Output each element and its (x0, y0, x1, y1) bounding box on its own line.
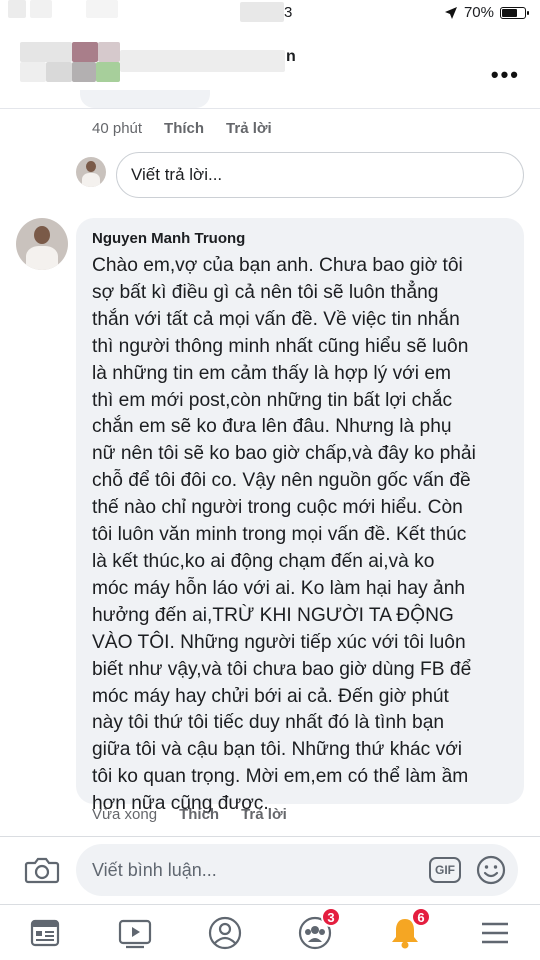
divider (0, 836, 540, 837)
blurred-region (20, 62, 46, 82)
comment-text-line: tôi luôn văn minh trong mọi vấn đề. Kết … (92, 524, 467, 546)
menu-icon[interactable] (477, 915, 513, 951)
watch-video-icon[interactable] (117, 915, 153, 951)
blurred-title (120, 50, 285, 72)
comment-text-line: hưởng đến ai,TRỪ KHI NGƯỜI TA ĐỘNG (92, 604, 454, 626)
blurred-region (30, 0, 52, 18)
comment-author[interactable]: Nguyen Manh Truong (92, 230, 510, 247)
emoji-icon[interactable] (476, 855, 506, 885)
comment-bubble: Nguyen Manh Truong Chào em,vợ của bạn an… (76, 218, 524, 814)
comment-text-line: giữa tôi và cậu bạn tôi. Những thứ khác … (92, 739, 463, 761)
groups-badge: 3 (321, 907, 341, 927)
comment-text-line: Chào em,vợ của bạn anh. Chưa bao giờ tôi (92, 255, 463, 276)
comment-time: Vừa xong (92, 806, 158, 823)
status-time-partial: 3 (284, 4, 293, 21)
comment-placeholder: Viết bình luận... (92, 859, 217, 880)
blurred-time (240, 2, 284, 22)
comment-actions: Vừa xong Thích Trả lời (92, 806, 287, 823)
battery-percent: 70% (463, 4, 494, 21)
comment-text-line: VÀO TÔI. Những người tiếp xúc với tôi lu… (92, 631, 466, 653)
notifications-bell-icon[interactable]: 6 (387, 907, 431, 951)
blurred-region (20, 42, 72, 62)
status-right: 70% (444, 4, 529, 21)
comment-text-line: thì người thông minh nhất cũng hiểu sẽ l… (92, 335, 469, 357)
comment-text-line: này tôi thứ tôi tiếc duy nhất đó là tình… (92, 712, 445, 734)
comment-text-line: chắn em sẽ ko đưa lên đâu. Nhưng là phụ (92, 416, 452, 438)
comment-text-line: là những tin em cảm thấy là hợp lý với e… (92, 362, 452, 384)
comment-text-line: tôi ko quan trọng. Mời em,em có thể làm … (92, 766, 469, 788)
like-button[interactable]: Thích (164, 120, 204, 137)
previous-comment-actions: 40 phút Thích Trả lời (92, 120, 272, 137)
news-feed-icon[interactable] (27, 915, 63, 951)
comment-text-line: thì em mới post,còn những tin bất lợi ch… (92, 389, 453, 411)
reply-placeholder: Viết trả lời... (131, 165, 223, 184)
camera-icon[interactable] (24, 855, 60, 885)
comment-time: 40 phút (92, 120, 143, 137)
reply-button[interactable]: Trả lời (226, 120, 272, 137)
profile-icon[interactable] (207, 915, 243, 951)
battery-icon (500, 6, 529, 19)
blurred-region (96, 62, 120, 82)
blurred-region (46, 62, 72, 82)
avatar (76, 157, 106, 187)
comment-text-line: sợ bất kì điều gì cả nên tôi sẽ luôn thẳ… (92, 281, 439, 303)
more-dots-icon[interactable]: ••• (491, 62, 520, 88)
header-title-partial: n (286, 48, 296, 65)
gif-button[interactable]: GIF (429, 857, 461, 883)
blurred-region (72, 42, 98, 62)
header-divider (0, 108, 540, 109)
blurred-region (98, 42, 120, 62)
reply-button[interactable]: Trả lời (241, 806, 287, 823)
status-bar: 3 70% (0, 0, 540, 28)
comment-text-line: chỗ để tôi đôi co. Vậy nên nguồn gốc vấn… (92, 470, 471, 492)
comment-text-line: móc máy hỗn láo với ai. Ko làm hại hay ả… (92, 577, 466, 599)
battery-level (502, 8, 517, 17)
comment-text-line: thế nào chỉ người trong cuộc mới hiểu. C… (92, 497, 463, 519)
groups-icon[interactable]: 3 (297, 907, 341, 951)
location-arrow-icon (444, 6, 457, 19)
blurred-region (86, 0, 118, 18)
comment-text: Chào em,vợ của bạn anh. Chưa bao giờ tôi… (92, 253, 510, 818)
bottom-nav: 3 6 (0, 905, 540, 960)
like-button[interactable]: Thích (179, 806, 219, 823)
comment-text-line: biết như vậy,và tôi chưa bao giờ dùng FB… (92, 658, 472, 680)
avatar[interactable] (16, 218, 68, 270)
reply-input[interactable]: Viết trả lời... (116, 152, 524, 198)
comment-text-line: móc máy hay chửi bới ai cả. Đến giờ phút (92, 685, 449, 707)
comment-text-line: là kết thúc,ko ai động chạm đến ai,và ko (92, 550, 435, 572)
comment-text-line: thắn với tất cả mọi vấn đề. Về việc tin … (92, 308, 460, 330)
blurred-region (8, 0, 26, 18)
comment-text-line: nữ nên tôi sẽ ko bao giờ chấp,và đây ko … (92, 443, 476, 465)
previous-comment-bubble (80, 90, 210, 108)
notifications-badge: 6 (411, 907, 431, 927)
blurred-region (72, 62, 96, 82)
